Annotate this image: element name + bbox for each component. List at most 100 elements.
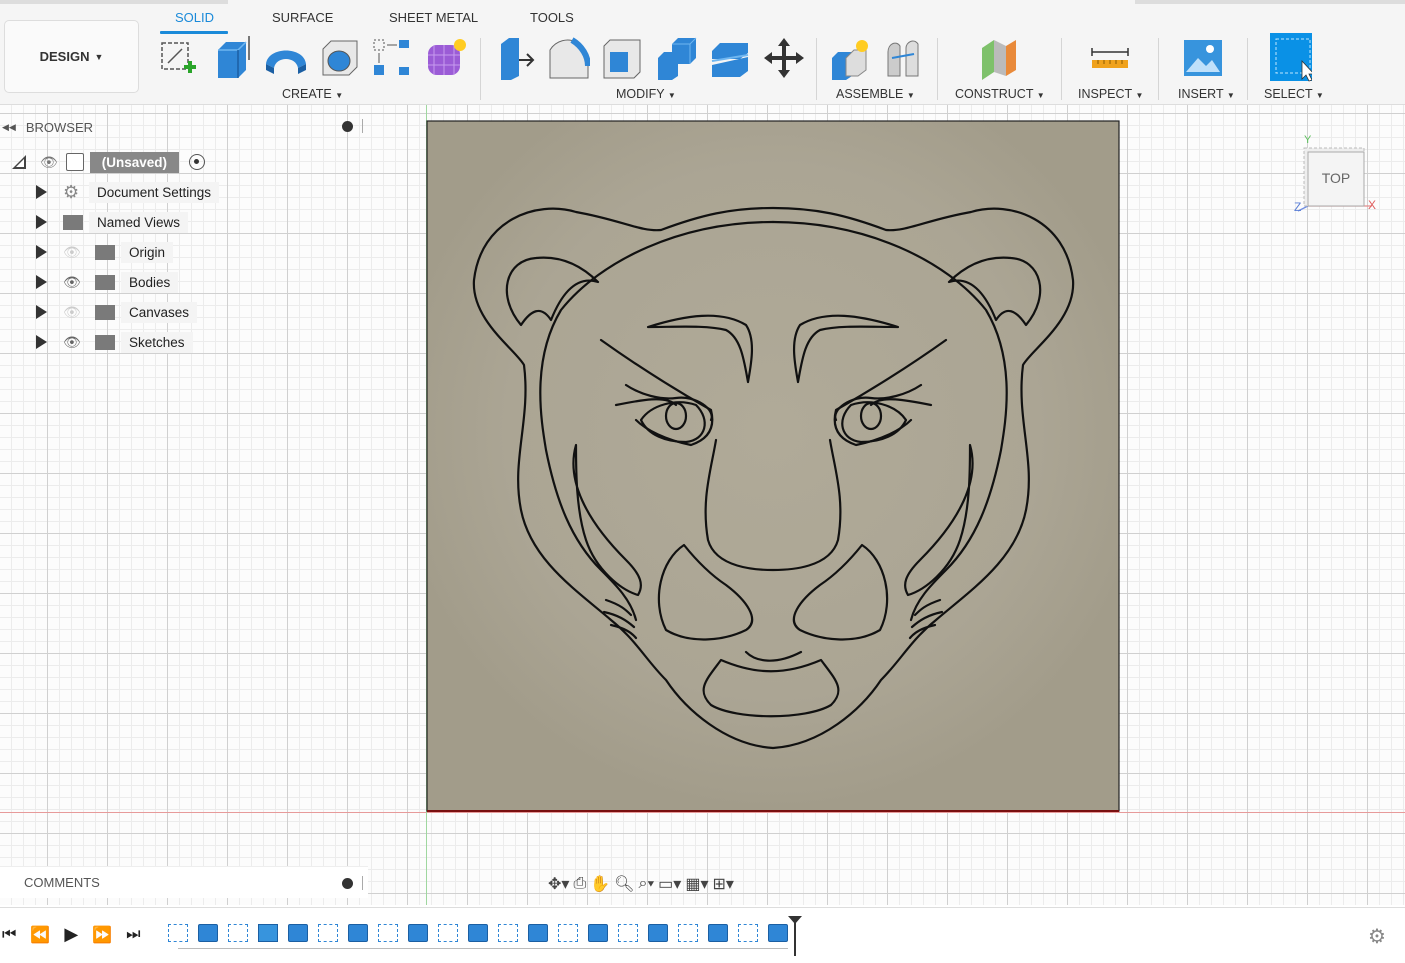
chevron-down-icon: ▼ [94, 51, 104, 62]
pan-icon[interactable]: ✋ [590, 874, 610, 894]
eye-icon[interactable]: 👁 [63, 334, 85, 351]
modify-menu[interactable]: MODIFY ▼ [616, 87, 676, 101]
viewports-icon[interactable]: ⊞▾ [712, 874, 733, 894]
go-to-end-icon[interactable]: ⏭ [126, 926, 140, 944]
timeline-feature-sketch-icon[interactable] [738, 924, 758, 942]
press-pull-button[interactable] [492, 35, 536, 81]
hole-button[interactable] [318, 35, 362, 81]
grid-settings-icon[interactable]: ▦▾ [685, 874, 708, 894]
timeline-feature-extrude-icon[interactable] [768, 924, 788, 942]
divider [480, 38, 481, 100]
panel-pin-icon[interactable] [362, 119, 363, 133]
eye-hidden-icon[interactable]: 👁 [63, 244, 85, 261]
timeline-feature-extrude-icon[interactable] [708, 924, 728, 942]
eye-icon[interactable]: 👁 [40, 154, 58, 171]
tree-item-document-settings[interactable]: ⚙ Document Settings [36, 180, 220, 204]
step-back-icon[interactable]: ⏪ [30, 925, 50, 945]
timeline-features [168, 922, 808, 952]
timeline-feature-sketch-icon[interactable] [618, 924, 638, 942]
timeline-feature-sketch-icon[interactable] [318, 924, 338, 942]
rectangular-pattern-button[interactable] [370, 35, 414, 81]
tab-solid[interactable]: SOLID [175, 10, 214, 25]
expanded-triangle-icon[interactable] [12, 155, 26, 169]
timeline-settings-gear-icon[interactable]: ⚙ [1368, 924, 1386, 949]
timeline-feature-sketch-icon[interactable] [438, 924, 458, 942]
fit-icon[interactable]: ⌕▾ [638, 875, 654, 893]
shell-button[interactable] [600, 35, 644, 81]
tree-item-sketches[interactable]: 👁 Sketches [36, 330, 193, 354]
timeline-feature-extrude-icon[interactable] [528, 924, 548, 942]
timeline-feature-extrude-icon[interactable] [468, 924, 488, 942]
create-menu[interactable]: CREATE ▼ [282, 87, 343, 101]
combine-button[interactable] [654, 35, 698, 81]
timeline-feature-extrude-icon[interactable] [588, 924, 608, 942]
inspect-menu[interactable]: INSPECT ▼ [1078, 87, 1143, 101]
zoom-icon[interactable]: 🔍︎ [614, 874, 634, 894]
tab-sheet-metal[interactable]: SHEET METAL [389, 10, 478, 25]
tab-tools[interactable]: TOOLS [530, 10, 574, 25]
look-at-icon[interactable]: ⎙ [573, 875, 586, 893]
eye-icon[interactable]: 👁 [63, 274, 85, 291]
construct-menu[interactable]: CONSTRUCT ▼ [955, 87, 1045, 101]
tab-surface[interactable]: SURFACE [272, 10, 333, 25]
timeline-feature-sketch-icon[interactable] [168, 924, 188, 942]
viewcube-face-top[interactable]: TOP [1308, 170, 1364, 186]
shell-icon [603, 39, 641, 79]
insert-menu[interactable]: INSERT ▼ [1178, 87, 1235, 101]
root-component-label[interactable]: (Unsaved) [89, 151, 180, 173]
orbit-icon[interactable]: ✥▾ [548, 874, 569, 894]
panel-pin-icon[interactable] [362, 876, 363, 890]
split-body-button[interactable] [708, 35, 752, 81]
eye-hidden-icon[interactable]: 👁 [63, 304, 85, 321]
timeline-feature-extrude-icon[interactable] [348, 924, 368, 942]
timeline-feature-canvas-icon[interactable] [258, 924, 278, 942]
window-select-button[interactable] [1268, 33, 1312, 82]
expand-triangle-icon[interactable] [36, 215, 47, 229]
expand-triangle-icon[interactable] [36, 305, 47, 319]
comments-panel-header[interactable]: COMMENTS [0, 866, 368, 898]
tree-item-canvases[interactable]: 👁 Canvases [36, 300, 198, 324]
tiger-relief-body[interactable] [426, 120, 1120, 813]
create-sketch-button[interactable] [156, 35, 200, 81]
timeline-feature-extrude-icon[interactable] [198, 924, 218, 942]
measure-button[interactable] [1088, 35, 1132, 81]
joint-button[interactable] [882, 35, 926, 81]
timeline-feature-sketch-icon[interactable] [558, 924, 578, 942]
timeline-feature-extrude-icon[interactable] [288, 924, 308, 942]
timeline-feature-extrude-icon[interactable] [408, 924, 428, 942]
tree-item-named-views[interactable]: Named Views [36, 210, 189, 234]
expand-triangle-icon[interactable] [36, 185, 47, 199]
offset-plane-button[interactable] [976, 35, 1020, 81]
assemble-menu[interactable]: ASSEMBLE ▼ [836, 87, 915, 101]
timeline-marker-head[interactable] [788, 916, 802, 924]
activate-radio-icon[interactable] [189, 154, 206, 170]
workspace-switcher-button[interactable]: DESIGN ▼ [4, 20, 139, 93]
expand-triangle-icon[interactable] [36, 245, 47, 259]
timeline-feature-sketch-icon[interactable] [498, 924, 518, 942]
timeline-feature-sketch-icon[interactable] [228, 924, 248, 942]
tree-root[interactable]: 👁 (Unsaved) [12, 150, 206, 174]
collapse-panel-icon[interactable]: ◀◀ [2, 122, 16, 133]
add-circle-icon[interactable] [342, 878, 353, 889]
expand-triangle-icon[interactable] [36, 335, 47, 349]
fillet-button[interactable] [546, 35, 590, 81]
timeline-feature-sketch-icon[interactable] [378, 924, 398, 942]
viewcube[interactable]: TOP Y X Z [1290, 134, 1380, 221]
add-circle-icon[interactable] [342, 121, 353, 132]
extrude-button[interactable] [210, 35, 254, 81]
insert-canvas-button[interactable] [1181, 35, 1225, 81]
expand-triangle-icon[interactable] [36, 275, 47, 289]
tree-item-origin[interactable]: 👁 Origin [36, 240, 174, 264]
revolve-button[interactable] [264, 35, 308, 81]
timeline-feature-sketch-icon[interactable] [678, 924, 698, 942]
step-forward-icon[interactable]: ⏩ [92, 925, 112, 945]
create-form-button[interactable] [424, 35, 468, 81]
select-menu[interactable]: SELECT ▼ [1264, 87, 1324, 101]
play-icon[interactable]: ▶ [64, 924, 78, 945]
go-to-start-icon[interactable]: ⏮ [2, 926, 16, 944]
new-component-button[interactable] [828, 35, 872, 81]
timeline-feature-extrude-icon[interactable] [648, 924, 668, 942]
move-copy-button[interactable] [762, 35, 806, 81]
tree-item-bodies[interactable]: 👁 Bodies [36, 270, 179, 294]
display-settings-icon[interactable]: ▭▾ [658, 874, 681, 894]
